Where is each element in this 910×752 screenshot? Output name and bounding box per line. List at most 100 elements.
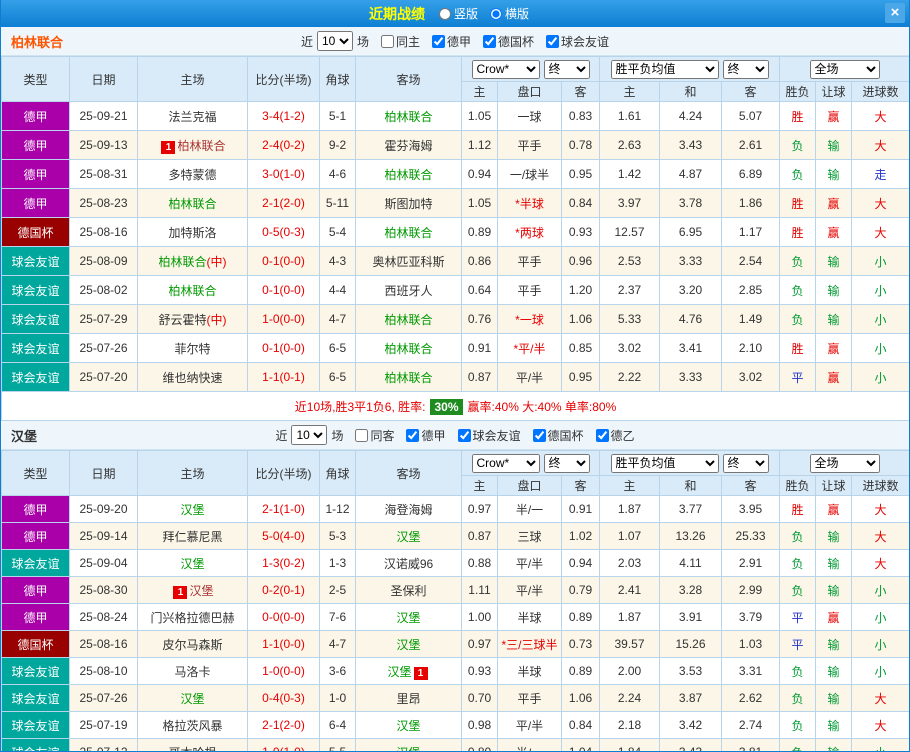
avg-odds-select[interactable]: 胜平负均值 [610, 59, 719, 79]
handicap-cell: 三球 [497, 522, 562, 550]
league-filter[interactable]: 德甲 [406, 427, 446, 444]
corner-cell: 4-7 [319, 304, 356, 334]
layout-horizontal-option[interactable]: 横版 [490, 5, 529, 22]
type-cell: 德甲 [1, 130, 70, 160]
league-filter[interactable]: 德国杯 [483, 33, 534, 50]
scope-select[interactable]: 全场 [809, 59, 880, 79]
team-name: 汉堡 [396, 529, 421, 544]
league-filter[interactable]: 球会友谊 [457, 427, 521, 444]
league-filter[interactable]: 德乙 [595, 427, 635, 444]
result-cell: 胜 [779, 101, 817, 131]
corner-cell: 6-5 [319, 362, 356, 392]
home-team-cell: 菲尔特 [137, 333, 248, 363]
filter-bar: 柏林联合 近 10 场 同主 德甲 德国杯 球会友谊 [1, 27, 909, 56]
away-odds-cell: 0.95 [561, 362, 600, 392]
avg-odds-select[interactable]: 胜平负均值 [610, 453, 719, 473]
match-count-select[interactable]: 10 [291, 425, 328, 445]
avg-away-cell: 2.62 [720, 684, 781, 712]
league-filter-checkbox[interactable] [355, 428, 369, 442]
away-team-cell: 汉堡 1 [355, 657, 462, 685]
close-button[interactable]: × [885, 3, 905, 23]
avg-final-select[interactable]: 终 [722, 453, 769, 473]
league-filter-checkbox[interactable] [483, 34, 497, 48]
league-filter-label: 德甲 [447, 34, 472, 49]
league-filter-label: 德国杯 [498, 34, 535, 49]
away-team-cell: 汉堡 [355, 522, 462, 550]
win-rate-badge: 30% [430, 398, 463, 415]
away-odds-cell: 0.94 [561, 549, 600, 577]
away-team-cell: 柏林联合 [355, 304, 462, 334]
home-odds-cell: 0.91 [461, 333, 498, 363]
team-name: 汉堡 [180, 502, 205, 517]
sub-header: 和 [659, 475, 722, 496]
away-odds-cell: 0.96 [561, 246, 600, 276]
score-cell: 2-4(0-2) [247, 130, 320, 160]
league-filter-checkbox[interactable] [595, 428, 609, 442]
away-odds-cell: 0.89 [561, 657, 600, 685]
away-odds-cell: 0.78 [561, 130, 600, 160]
league-filter-checkbox[interactable] [457, 428, 471, 442]
league-filter-checkbox[interactable] [432, 34, 445, 48]
avg-draw-cell: 3.33 [659, 362, 722, 392]
scope-select[interactable]: 全场 [809, 453, 880, 473]
home-odds-cell: 0.80 [461, 738, 498, 751]
avg-draw-cell: 6.95 [659, 217, 722, 247]
home-odds-cell: 0.76 [461, 304, 498, 334]
corner-cell: 5-11 [319, 188, 356, 218]
league-filter-checkbox[interactable] [532, 428, 546, 442]
team-section: 汉堡近 10 场同客 德甲 球会友谊 德国杯 德乙 类型 日期 主场 比分(半场) 角球 客场 Crow*… [1, 421, 909, 751]
league-filter[interactable]: 同主 [380, 33, 420, 50]
layout-vertical-option[interactable]: 竖版 [438, 5, 478, 22]
away-odds-cell: 0.89 [561, 603, 600, 631]
team-name: 里昂 [396, 691, 421, 706]
goals-result-cell: 小 [851, 304, 909, 334]
home-team-cell: 门兴格拉德巴赫 [137, 603, 248, 631]
result-cell: 负 [779, 275, 817, 305]
result-cell: 负 [779, 576, 817, 604]
match-count-select[interactable]: 10 [316, 31, 353, 51]
home-odds-cell: 1.12 [461, 130, 498, 160]
avg-draw-cell: 4.87 [659, 159, 722, 189]
league-filter-checkbox[interactable] [546, 34, 560, 48]
result-cell: 负 [779, 549, 817, 577]
result-cell: 负 [779, 522, 817, 550]
type-cell: 德国杯 [1, 217, 70, 247]
away-team-cell: 霍芬海姆 [355, 130, 462, 160]
handicap-result-cell: 赢 [815, 101, 853, 131]
league-filter[interactable]: 德甲 [432, 33, 471, 50]
corner-cell: 4-7 [319, 630, 356, 658]
league-filter-checkbox[interactable] [406, 428, 420, 442]
league-filter[interactable]: 球会友谊 [546, 33, 609, 50]
handicap-cell: 平手 [497, 246, 562, 276]
filter-controls: 近 10 场 同主 德甲 德国杯 球会友谊 [301, 31, 609, 51]
avg-draw-cell: 3.20 [659, 275, 722, 305]
result-cell: 胜 [779, 333, 817, 363]
sub-header: 客 [561, 81, 600, 102]
date-cell: 25-08-30 [69, 576, 138, 604]
odds-company-select[interactable]: Crow* [471, 59, 540, 79]
team-name: 柏林联合 [384, 167, 433, 182]
col-header-away: 客场 [355, 450, 462, 496]
avg-draw-cell: 3.91 [659, 603, 722, 631]
vertical-radio[interactable] [438, 7, 451, 20]
corner-cell: 1-12 [319, 495, 356, 523]
home-odds-cell: 0.70 [461, 684, 498, 712]
league-filter[interactable]: 德国杯 [532, 427, 584, 444]
type-cell: 德甲 [1, 159, 70, 189]
avg-away-cell: 2.99 [720, 576, 781, 604]
date-cell: 25-08-31 [69, 159, 138, 189]
home-odds-cell: 1.11 [461, 576, 498, 604]
odds-final-select[interactable]: 终 [543, 59, 590, 79]
avg-home-cell: 2.63 [599, 130, 660, 160]
results-table: 类型 日期 主场 比分(半场) 角球 客场 Crow* 终胜平负均值终全场主盘口客主和客胜负让… [1, 56, 909, 421]
handicap-cell: 平手 [497, 275, 562, 305]
home-odds-cell: 0.87 [461, 362, 498, 392]
odds-company-select[interactable]: Crow* [471, 453, 540, 473]
horizontal-radio[interactable] [490, 7, 502, 20]
odds-final-select[interactable]: 终 [543, 453, 590, 473]
league-filter[interactable]: 同客 [355, 427, 394, 444]
league-filter-checkbox[interactable] [380, 34, 394, 48]
avg-final-select[interactable]: 终 [722, 59, 769, 79]
handicap-result-cell: 赢 [815, 217, 853, 247]
sub-header: 客 [561, 475, 600, 496]
